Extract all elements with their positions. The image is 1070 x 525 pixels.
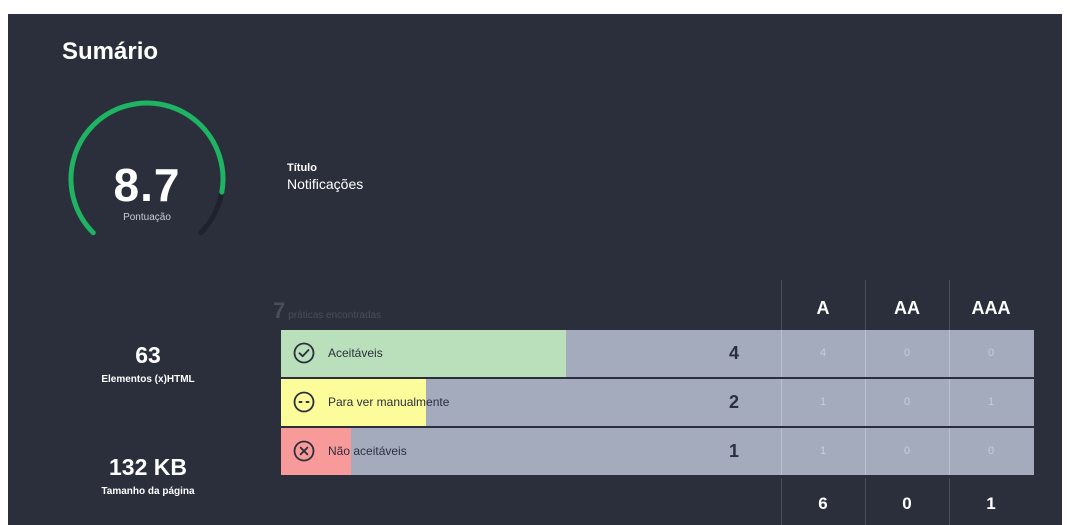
result-count: 2 — [728, 392, 739, 412]
result-row-not-acceptable[interactable]: Não aceitáveis 1 1 0 0 — [281, 428, 1034, 475]
level-aa-cell: 0 — [865, 379, 948, 426]
practices-total-suffix: práticas encontradas — [288, 310, 382, 321]
score-value: 8.7 — [113, 159, 181, 211]
level-aaa-cell: 0 — [949, 330, 1032, 377]
summary-title: Sumário — [62, 38, 159, 65]
summary-panel: Sumário 8.7 Pontuação Título Notificaçõe… — [8, 14, 1062, 525]
page-info: Título Notificações — [287, 162, 363, 192]
level-aa-total: 0 — [902, 494, 912, 513]
result-count: 4 — [728, 343, 739, 363]
level-aa-cell: 0 — [865, 428, 948, 475]
level-a-cell: 1 — [781, 379, 864, 426]
score-gauge: 8.7 Pontuação — [58, 94, 236, 244]
result-bar-fill — [281, 330, 566, 377]
level-aaa-cell: 1 — [949, 379, 1032, 426]
elements-label: Elementos (x)HTML — [101, 374, 195, 385]
result-count: 1 — [728, 441, 739, 461]
level-a-cell: 4 — [781, 330, 864, 377]
page-size-value: 132 KB — [109, 454, 187, 480]
column-divider — [865, 280, 866, 330]
level-a-cell: 1 — [781, 428, 864, 475]
elements-stat: 63 Elementos (x)HTML — [8, 342, 288, 385]
result-row-acceptable[interactable]: Aceitáveis 4 4 0 0 — [281, 330, 1034, 377]
result-label: Não aceitáveis — [328, 444, 407, 458]
level-aa-header: AA — [894, 298, 920, 318]
practices-total: 7 — [273, 298, 286, 323]
level-aaa-total: 1 — [986, 494, 996, 513]
elements-count: 63 — [135, 342, 161, 368]
result-label: Para ver manualmente — [328, 395, 450, 409]
page-size-label: Tamanho da página — [101, 486, 195, 497]
check-circle-icon — [293, 342, 315, 364]
page-size-stat: 132 KB Tamanho da página — [8, 454, 288, 497]
level-a-total: 6 — [818, 494, 828, 513]
level-aaa-cell: 0 — [949, 428, 1032, 475]
score-label: Pontuação — [123, 212, 171, 223]
level-a-header: A — [816, 298, 830, 318]
level-aaa-header: AAA — [971, 298, 1011, 318]
x-circle-icon — [293, 440, 315, 462]
level-aa-cell: 0 — [865, 330, 948, 377]
column-divider — [949, 280, 950, 330]
result-row-manual[interactable]: Para ver manualmente 2 1 0 1 — [281, 379, 1034, 426]
result-label: Aceitáveis — [328, 346, 383, 360]
column-divider — [781, 280, 782, 330]
page-title-label: Título — [287, 162, 317, 174]
ellipsis-circle-icon — [293, 391, 315, 413]
page-title-value: Notificações — [287, 176, 364, 192]
practices-count: 7 práticas encontradas — [273, 298, 381, 324]
